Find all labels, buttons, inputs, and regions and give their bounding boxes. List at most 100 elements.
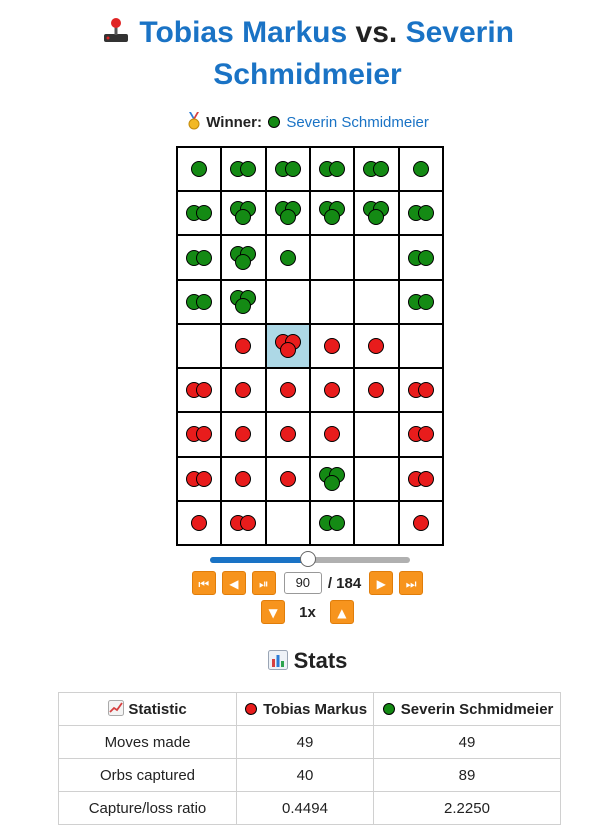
green-orb [284,161,301,178]
board-cell [355,148,398,191]
green-orb [279,249,296,266]
board-cell [178,457,221,500]
board-cell [222,192,265,235]
board-cell [266,280,309,323]
green-orb [191,161,208,178]
board-cell [222,280,265,323]
board-cell [399,501,442,544]
trend-chart-icon [108,700,125,716]
green-orb [196,293,213,310]
first-move-button[interactable]: ⏮ [191,571,216,595]
green-orb [368,209,385,226]
green-orb [324,209,341,226]
board-cell [310,413,354,456]
green-orb [329,514,346,531]
red-orb [191,514,208,531]
board-cell [222,324,265,368]
stat-label: Moves made [58,725,237,759]
board-cell [178,324,221,368]
green-orb [196,249,213,266]
player2-stat-value: 49 [373,725,561,759]
red-orb [196,426,213,443]
green-orb [417,205,434,222]
board-cell [178,236,221,279]
board-cell [178,148,221,191]
board-cell [399,236,442,279]
board-cell [178,192,221,235]
green-orb [240,161,257,178]
board-cell [310,501,354,544]
stat-label: Capture/loss ratio [58,791,237,825]
board-cell [222,369,265,412]
play-pause-button[interactable]: ⏯ [251,571,276,595]
total-moves: / 184 [327,574,362,592]
board-cell [310,324,354,368]
board-cell [355,192,398,235]
green-player-dot [382,702,395,715]
faster-button[interactable]: ▲ [329,600,354,624]
red-orb [417,382,434,399]
player1-column-header: Tobias Markus [236,692,374,726]
last-move-button[interactable]: ⏭ [399,571,424,595]
board-cell [266,501,309,544]
green-orb [279,209,296,226]
board-cell [178,501,221,544]
board-cell [310,280,354,323]
stats-table: Statistic Tobias Markus Severin Schmidme… [58,692,561,825]
board-cell [178,369,221,412]
red-orb [279,470,296,487]
player1-column-label: Tobias Markus [263,700,368,718]
red-orb [412,514,429,531]
board-cell [355,413,398,456]
green-orb [417,293,434,310]
green-orb [329,161,346,178]
slower-button[interactable]: ▼ [261,600,286,624]
table-row: Capture/loss ratio 0.4494 2.2250 [58,791,561,825]
previous-move-button[interactable]: ◀ [221,571,246,595]
board-cell [266,369,309,412]
slider-thumb[interactable] [300,551,316,567]
stat-label: Orbs captured [58,758,237,792]
board-cell [355,324,398,368]
red-orb [324,426,341,443]
game-title: Tobias Markus vs. Severin Schmidmeier [40,12,575,96]
winner-name: Severin Schmidmeier [286,114,429,131]
board-cell [222,501,265,544]
board-cell [266,413,309,456]
board-cell [222,148,265,191]
green-orb [324,474,341,491]
red-player-dot [244,702,257,715]
board-cell [355,369,398,412]
board-cell [222,236,265,279]
red-orb [279,426,296,443]
board-cell-last-move [266,324,309,368]
board-cell [266,457,309,500]
red-orb [235,426,252,443]
board-cell [355,280,398,323]
move-slider[interactable] [210,551,410,567]
board-cell [310,148,354,191]
board-cell [222,413,265,456]
board-cell [266,236,309,279]
green-orb [417,249,434,266]
green-orb [235,209,252,226]
board-cell [178,280,221,323]
player2-stat-value: 2.2250 [373,791,561,825]
board-cell [266,148,309,191]
board-cell [355,457,398,500]
next-move-button[interactable]: ▶ [369,571,394,595]
red-orb [235,337,252,354]
red-orb [417,426,434,443]
player2-stat-value: 89 [373,758,561,792]
red-orb [240,514,257,531]
board-cell [310,236,354,279]
red-orb [279,382,296,399]
board-cell [399,280,442,323]
board-cell [178,413,221,456]
joystick-icon [101,15,131,45]
player1-stat-value: 49 [236,725,374,759]
current-move-input[interactable]: 90 [283,572,322,594]
player2-column-label: Severin Schmidmeier [400,700,554,718]
board-cell [355,501,398,544]
red-orb [324,337,341,354]
